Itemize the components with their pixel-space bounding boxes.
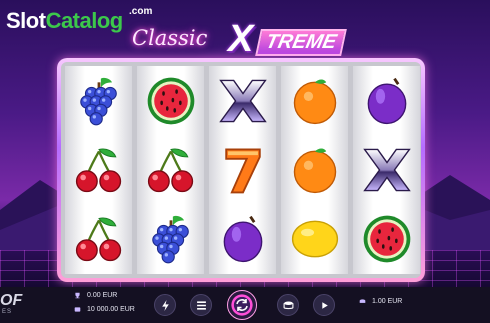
plum-icon	[353, 66, 420, 135]
seven-icon	[209, 135, 276, 204]
turbo-button[interactable]	[154, 294, 176, 316]
wallet-icon	[74, 307, 81, 312]
game-logo: Classic TREME X	[132, 18, 362, 60]
watermark-com: .com	[129, 6, 153, 17]
orange-icon	[281, 66, 348, 135]
cherries-icon	[137, 135, 204, 204]
reels-frame	[57, 58, 425, 282]
autoplay-button[interactable]	[313, 294, 335, 316]
reel-3	[209, 66, 276, 274]
balance-row: 10 000.00 EUR	[74, 306, 135, 313]
lightning-icon	[161, 299, 169, 311]
bet-chip-icon	[359, 299, 366, 303]
coins-icon	[283, 301, 293, 309]
cherries-icon	[65, 204, 132, 273]
x-symbol-icon	[353, 135, 420, 204]
menu-button[interactable]	[190, 294, 212, 316]
bet-value: 1.00 EUR	[372, 298, 403, 305]
watermark-logo: Slot Catalog .com	[6, 6, 152, 34]
win-value: 0.00 EUR	[87, 292, 118, 299]
logo-treme-text: TREME	[255, 29, 347, 56]
watermark-catalog: Catalog	[45, 8, 124, 33]
logo-x-text: X	[228, 18, 254, 60]
bet-coins-button[interactable]	[277, 294, 299, 316]
spin-arrows-icon	[236, 299, 248, 311]
orange-icon	[281, 135, 348, 204]
reels-area	[61, 62, 421, 278]
balance-value: 10 000.00 EUR	[87, 306, 135, 313]
plum-icon	[209, 204, 276, 273]
x-symbol-icon	[209, 66, 276, 135]
win-row: 0.00 EUR	[74, 292, 117, 299]
lemon-icon	[281, 204, 348, 273]
provider-logo-sub: ES	[2, 309, 13, 315]
reel-1	[65, 66, 132, 274]
reel-5	[353, 66, 420, 274]
reel-4	[281, 66, 348, 274]
provider-logo: OF	[0, 292, 23, 309]
trophy-icon	[75, 292, 80, 299]
watermelon-icon	[137, 66, 204, 135]
logo-classic-text: Classic	[132, 26, 208, 50]
watermelon-icon	[353, 204, 420, 273]
play-icon	[321, 301, 328, 309]
bet-row: 1.00 EUR	[359, 298, 402, 305]
grapes-icon	[65, 66, 132, 135]
cherries-icon	[65, 135, 132, 204]
watermark-slot: Slot	[6, 8, 46, 33]
spin-button[interactable]	[227, 290, 257, 320]
menu-icon	[196, 300, 206, 310]
grapes-icon	[137, 204, 204, 273]
reel-2	[137, 66, 204, 274]
